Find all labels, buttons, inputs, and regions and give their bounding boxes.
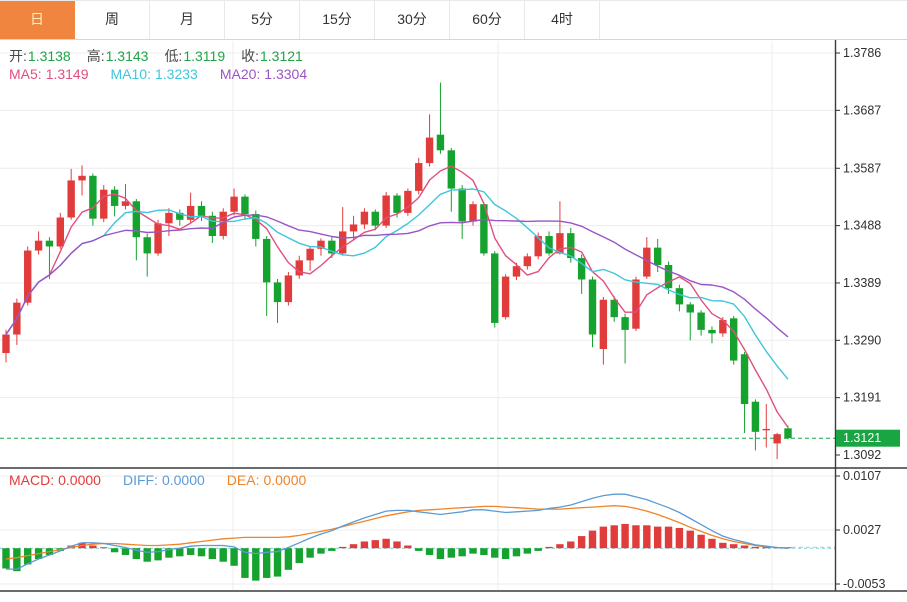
timeframe-tabs: 日周月5分15分30分60分4时 (0, 0, 907, 40)
svg-text:1.3786: 1.3786 (843, 46, 881, 60)
high-label: 高: (87, 48, 105, 64)
open-value: 1.3138 (28, 48, 71, 64)
tab-15分[interactable]: 15分 (300, 1, 375, 39)
y-axis-labels: 1.3786 1.3687 1.3587 1.3488 1.3389 1.3290 1.31… (835, 46, 885, 591)
macd-label: MACD: (9, 472, 54, 488)
macd-legend: MACD:0.0000DIFF:0.0000DEA:0.0000 (9, 472, 328, 488)
ma5-label: MA5: (9, 66, 42, 82)
svg-text:1.3092: 1.3092 (843, 448, 881, 462)
svg-text:1.3587: 1.3587 (843, 161, 881, 175)
dea-value: 0.0000 (263, 472, 306, 488)
ohlc-legend: 开:1.3138 高:1.3143 低:1.3119 收:1.3121 (9, 46, 319, 66)
macd-value: 0.0000 (58, 472, 101, 488)
tab-月[interactable]: 月 (150, 1, 225, 39)
svg-text:1.3290: 1.3290 (843, 333, 881, 347)
kline-chart-app: 日周月5分15分30分60分4时 开:1.3138 高:1.3143 低:1.311… (0, 0, 907, 602)
svg-text:0.0107: 0.0107 (843, 469, 881, 483)
macd-histogram (2, 524, 791, 581)
ma-legend: MA5:1.3149 MA10:1.3233 MA20:1.3304 (9, 66, 329, 82)
low-label: 低: (164, 48, 182, 64)
current-price-tag: 1.3121 (836, 430, 900, 447)
diff-value: 0.0000 (162, 472, 205, 488)
tab-日[interactable]: 日 (0, 1, 75, 39)
svg-text:-0.0053: -0.0053 (843, 577, 885, 591)
close-label: 收: (241, 48, 259, 64)
tab-60分[interactable]: 60分 (450, 1, 525, 39)
svg-text:0.0027: 0.0027 (843, 523, 881, 537)
tab-4时[interactable]: 4时 (525, 1, 600, 39)
grid-lines (0, 41, 835, 590)
svg-text:1.3191: 1.3191 (843, 391, 881, 405)
ma10-value: 1.3233 (155, 66, 198, 82)
tab-30分[interactable]: 30分 (375, 1, 450, 39)
ma5-value: 1.3149 (46, 66, 89, 82)
svg-text:1.3121: 1.3121 (843, 431, 881, 445)
tab-周[interactable]: 周 (75, 1, 150, 39)
ma20-label: MA20: (220, 66, 260, 82)
ma20-value: 1.3304 (264, 66, 307, 82)
tab-5分[interactable]: 5分 (225, 1, 300, 39)
ma10-label: MA10: (111, 66, 151, 82)
candles (2, 83, 791, 460)
high-value: 1.3143 (106, 48, 149, 64)
open-label: 开: (9, 48, 27, 64)
candlestick-macd-chart[interactable]: 1.3786 1.3687 1.3587 1.3488 1.3389 1.3290 1.31… (0, 40, 907, 602)
dea-label: DEA: (227, 472, 260, 488)
svg-text:1.3389: 1.3389 (843, 276, 881, 290)
svg-text:1.3488: 1.3488 (843, 219, 881, 233)
svg-text:1.3687: 1.3687 (843, 103, 881, 117)
macd-lines (6, 494, 835, 569)
close-value: 1.3121 (260, 48, 303, 64)
diff-label: DIFF: (123, 472, 158, 488)
low-value: 1.3119 (183, 48, 225, 64)
